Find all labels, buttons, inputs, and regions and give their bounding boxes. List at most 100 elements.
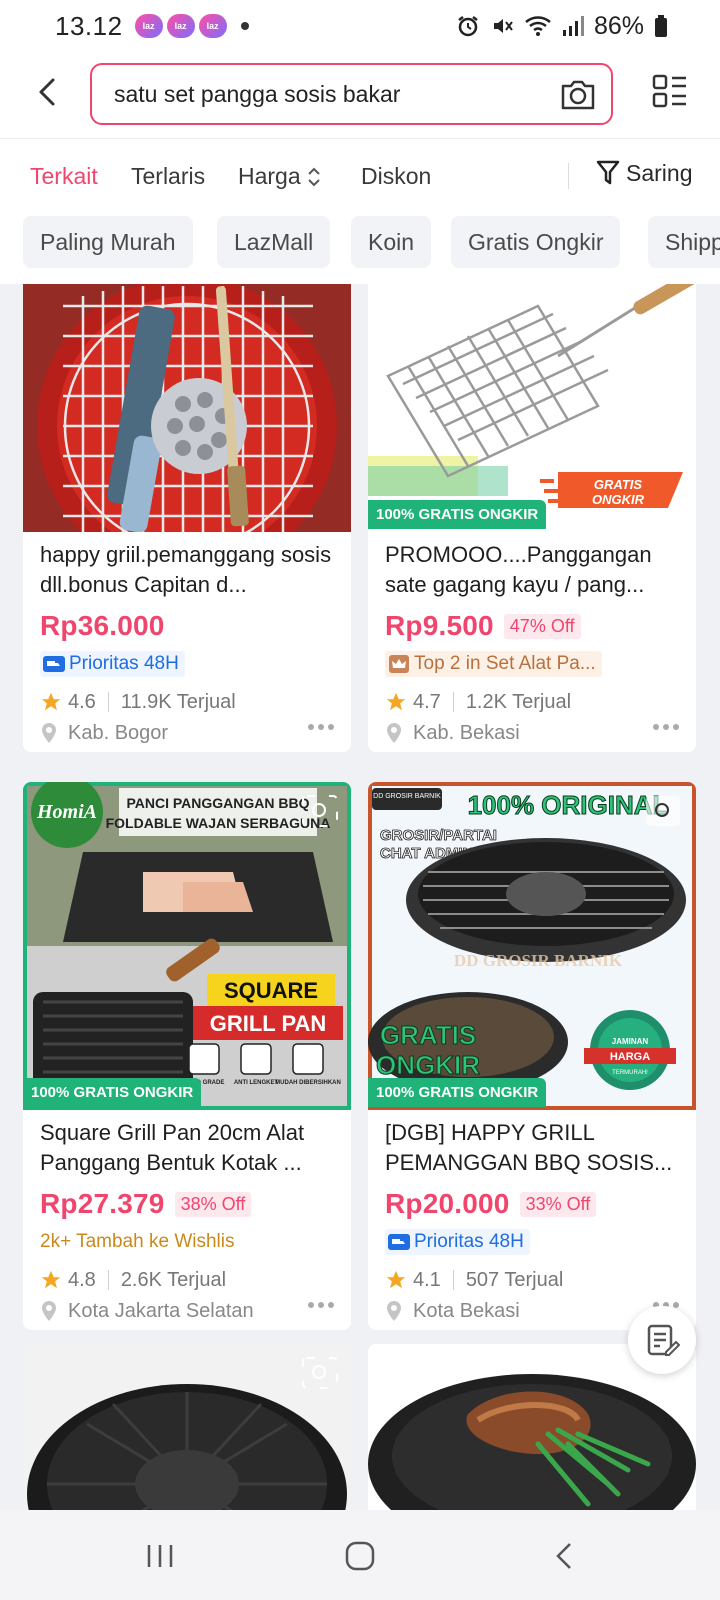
image-text-ongkir: ONGKIR — [376, 1050, 480, 1080]
discount-badge: 47% Off — [503, 613, 581, 639]
chip-label: LazMall — [234, 228, 314, 255]
product-location: Kab. Bogor — [68, 721, 169, 744]
tab-label: Diskon — [361, 163, 432, 189]
product-image — [23, 284, 351, 532]
product-rating: 4.1 — [413, 1268, 441, 1291]
product-card[interactable]: GRATIS ONGKIR 100% GRATIS ONGKIR PROMOOO… — [368, 284, 696, 752]
chip-label: Shipp — [665, 228, 720, 255]
location-pin-icon — [387, 1301, 401, 1321]
more-options-icon[interactable] — [308, 1301, 334, 1309]
image-text-jaminan: JAMINAN — [612, 1037, 649, 1046]
crown-icon — [389, 655, 409, 673]
chip-paling-murah[interactable]: Paling Murah — [23, 216, 193, 268]
back-nav-icon — [556, 1543, 571, 1569]
delivery-truck-icon — [43, 656, 65, 672]
image-text-brand: HomiA — [36, 801, 97, 823]
top-rank-badge: Top 2 in Set Alat Pa... — [385, 651, 602, 677]
product-price: Rp36.000 — [40, 610, 165, 641]
star-icon — [41, 1270, 61, 1289]
tab-harga[interactable]: Harga — [238, 163, 321, 190]
product-card[interactable]: HomiA PANCI PANGGANGAN BBQ FOLDABLE WAJA… — [23, 782, 351, 1330]
priority-label: Prioritas 48H — [414, 1231, 524, 1252]
more-notifications-dot — [240, 22, 249, 30]
tab-label: Terkait — [30, 163, 98, 189]
image-text-square: SQUARE — [224, 978, 318, 1003]
recent-apps-button[interactable] — [140, 1536, 180, 1576]
funnel-icon — [596, 160, 620, 185]
wifi-icon — [525, 16, 551, 36]
product-location: Kota Bekasi — [413, 1299, 520, 1322]
battery-icon — [655, 15, 667, 37]
tab-terkait[interactable]: Terkait — [30, 163, 98, 190]
list-view-toggle-icon[interactable] — [652, 74, 688, 110]
notes-button[interactable] — [628, 1306, 696, 1374]
product-image: GRATIS ONGKIR 100% GRATIS ONGKIR — [368, 284, 696, 532]
back-nav-button[interactable] — [544, 1536, 584, 1576]
lazada-notification-icon: laz — [166, 14, 195, 38]
product-price: Rp27.379 — [40, 1188, 165, 1219]
product-card[interactable]: happy griil.pemanggang sosis dll.bonus C… — [23, 284, 351, 752]
product-rating: 4.6 — [68, 690, 96, 713]
product-sold: 11.9K Terjual — [120, 690, 236, 713]
image-text-grill-pan: GRILL PAN — [210, 1011, 327, 1036]
location-pin-icon — [42, 723, 56, 743]
priority-badge: Prioritas 48H — [40, 651, 185, 677]
back-button[interactable] — [30, 72, 64, 112]
image-text-gratis: GRATIS — [380, 1020, 476, 1050]
image-text-headline-1: PANCI PANGGANGAN BBQ — [126, 795, 309, 811]
top-rank-label: Top 2 in Set Alat Pa... — [414, 653, 596, 674]
product-rating: 4.7 — [413, 690, 441, 713]
product-rating: 4.8 — [68, 1268, 96, 1291]
image-text-ongkir: ONGKIR — [592, 492, 645, 507]
home-button[interactable] — [340, 1536, 380, 1576]
chip-lazmall[interactable]: LazMall — [217, 216, 331, 268]
chip-koin[interactable]: Koin — [351, 216, 432, 268]
search-header: satu set pangga sosis bakar — [0, 52, 720, 138]
product-location: Kab. Bekasi — [413, 721, 520, 744]
image-text-feature-3: MUDAH DIBERSIHKAN — [275, 1080, 341, 1086]
tab-diskon[interactable]: Diskon — [361, 163, 431, 190]
notepad-icon — [647, 1324, 680, 1356]
status-time: 13.12 — [55, 10, 123, 41]
product-card[interactable]: DD GROSIR BARNIK 100% ORIGINAL GROSIR/PA… — [368, 782, 696, 1330]
chip-label: Koin — [368, 228, 415, 255]
image-text-seller: DD GROSIR BARNIK — [373, 793, 441, 800]
star-icon — [386, 1270, 406, 1289]
image-text-original: 100% ORIGINAL — [468, 790, 669, 820]
tab-label: Harga — [238, 163, 301, 189]
product-sold: 1.2K Terjual — [465, 690, 572, 713]
system-nav-bar — [0, 1510, 720, 1600]
camera-icon[interactable] — [559, 75, 597, 113]
location-pin-icon — [387, 723, 401, 743]
sort-bar: Terkait Terlaris Harga Diskon Saring — [0, 138, 720, 210]
product-card[interactable] — [23, 1344, 351, 1510]
search-input[interactable]: satu set pangga sosis bakar — [90, 63, 613, 125]
chip-shipping[interactable]: Shipp — [648, 216, 720, 268]
status-bar: 13.12 laz laz laz 86% — [0, 0, 720, 52]
visual-search-icon[interactable] — [646, 796, 680, 826]
mute-icon — [493, 19, 513, 33]
chip-label: Paling Murah — [40, 228, 176, 255]
product-sold: 2.6K Terjual — [120, 1268, 227, 1291]
chip-gratis-ongkir[interactable]: Gratis Ongkir — [451, 216, 621, 268]
product-title: PROMOOO....Panggangan sate gagang kayu /… — [385, 542, 652, 597]
tab-terlaris[interactable]: Terlaris — [131, 163, 205, 190]
product-grid: happy griil.pemanggang sosis dll.bonus C… — [0, 284, 720, 1510]
product-image — [23, 1344, 351, 1510]
more-options-icon[interactable] — [653, 723, 679, 731]
lazada-notification-icon: laz — [134, 14, 163, 38]
image-text-feature-2: ANTI LENGKET — [234, 1080, 279, 1086]
image-text-gratis: GRATIS — [594, 477, 642, 492]
product-location: Kota Jakarta Selatan — [68, 1299, 254, 1322]
star-icon — [386, 692, 406, 711]
product-title: [DGB] HAPPY GRILL PEMANGGAN BBQ SOSIS... — [385, 1120, 673, 1175]
more-options-icon[interactable] — [308, 723, 334, 731]
image-text-headline-2: FOLDABLE WAJAN SERBAGUNA — [106, 815, 331, 831]
product-image: DD GROSIR BARNIK 100% ORIGINAL GROSIR/PA… — [368, 782, 696, 1110]
notification-icons: laz laz laz — [134, 14, 227, 38]
discount-badge: 38% Off — [174, 1191, 252, 1217]
delivery-truck-icon — [388, 1234, 410, 1250]
home-icon — [345, 1541, 375, 1571]
filter-button[interactable]: Saring — [596, 159, 692, 187]
search-query: satu set pangga sosis bakar — [114, 80, 401, 107]
